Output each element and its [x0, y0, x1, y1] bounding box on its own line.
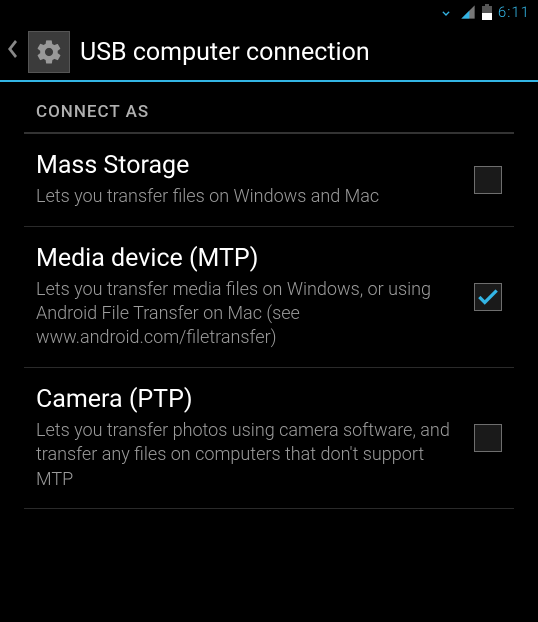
option-title: Camera (PTP) [36, 384, 454, 415]
option-text: Media device (MTP) Lets you transfer med… [36, 243, 474, 351]
page-title: USB computer connection [80, 38, 370, 67]
options-list: Mass Storage Lets you transfer files on … [0, 134, 538, 509]
option-subtitle: Lets you transfer media files on Windows… [36, 278, 454, 351]
option-subtitle: Lets you transfer photos using camera so… [36, 419, 454, 492]
battery-icon [482, 4, 492, 20]
option-subtitle: Lets you transfer files on Windows and M… [36, 185, 454, 209]
connection-option[interactable]: Media device (MTP) Lets you transfer med… [0, 227, 538, 367]
option-text: Mass Storage Lets you transfer files on … [36, 150, 474, 210]
action-bar: USB computer connection [0, 24, 538, 82]
back-icon[interactable] [6, 38, 18, 66]
download-icon [438, 4, 454, 20]
status-bar: 6:11 [0, 0, 538, 24]
section-header: CONNECT AS [0, 82, 538, 132]
option-checkbox[interactable] [474, 166, 502, 194]
settings-app-icon[interactable] [28, 31, 70, 73]
divider [24, 508, 514, 509]
option-title: Media device (MTP) [36, 243, 454, 274]
connection-option[interactable]: Mass Storage Lets you transfer files on … [0, 134, 538, 226]
signal-icon [460, 4, 476, 20]
connection-option[interactable]: Camera (PTP) Lets you transfer photos us… [0, 368, 538, 508]
option-checkbox[interactable] [474, 283, 502, 311]
option-checkbox[interactable] [474, 424, 502, 452]
status-time: 6:11 [498, 3, 530, 21]
option-title: Mass Storage [36, 150, 454, 181]
option-text: Camera (PTP) Lets you transfer photos us… [36, 384, 474, 492]
